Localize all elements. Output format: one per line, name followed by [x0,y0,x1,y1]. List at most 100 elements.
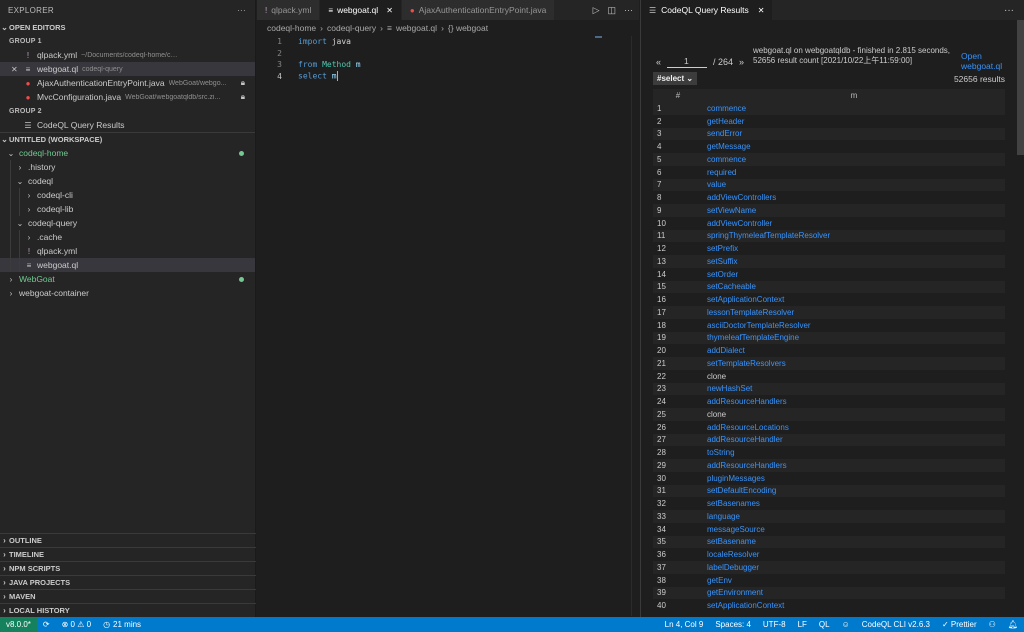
result-link[interactable]: addResourceHandler [707,435,1005,444]
editor-tab[interactable]: ! qlpack.yml [257,0,321,20]
tree-item[interactable]: ⌄ codeql-query [0,216,255,230]
result-link[interactable]: newHashSet [707,384,1005,393]
result-link[interactable]: getHeader [707,117,1005,126]
code-line[interactable]: 1 import java [257,36,639,48]
result-link[interactable]: addDialect [707,346,1005,355]
codeql-version[interactable]: CodeQL CLI v2.6.3 [856,620,936,629]
open-query-link[interactable]: Open webgoat.ql [961,51,1013,71]
breadcrumb-item[interactable]: codeql-home [267,23,316,33]
node-version[interactable]: v8.0.0* [0,617,37,632]
page-input[interactable]: 1 [667,55,708,68]
more-actions-icon[interactable]: ··· [624,5,633,15]
result-link[interactable]: labelDebugger [707,563,1005,572]
code-line[interactable]: 2 [257,48,639,60]
open-editor-item[interactable]: ● AjaxAuthenticationEntryPoint.java WebGoa… [0,76,255,90]
cursor-position[interactable]: Ln 4, Col 9 [659,620,710,629]
more-actions-icon[interactable]: ··· [237,6,246,15]
section-maven[interactable]: › MAVEN [0,589,256,603]
code-area[interactable]: 1 import java 2 3 from Method m 4 select m [257,36,639,82]
result-link[interactable]: value [707,180,1005,189]
tree-item[interactable]: › .cache [0,230,255,244]
more-actions-icon[interactable]: ··· [1004,5,1024,16]
result-link[interactable]: toString [707,448,1005,457]
tree-item[interactable]: ≡ webgoat.ql [0,258,255,272]
code-line[interactable]: 4 select m [257,71,639,83]
editor-tab[interactable]: ≡ webgoat.ql ✕ [320,0,402,20]
bell-icon[interactable]: 🔔︎ [1002,620,1024,629]
time-indicator[interactable]: ◷ 21 mins [97,620,147,629]
column-header-number[interactable]: # [653,91,703,100]
result-link[interactable]: pluginMessages [707,474,1005,483]
column-header-m[interactable]: m [703,91,1005,100]
feedback-icon[interactable]: ☺ [836,620,856,629]
run-icon[interactable]: ▷ [593,5,600,16]
result-link[interactable]: addResourceLocations [707,423,1005,432]
result-link[interactable]: setBasename [707,537,1005,546]
open-editor-item[interactable]: ☰ CodeQL Query Results [0,118,255,132]
result-link[interactable]: addResourceHandlers [707,461,1005,470]
encoding[interactable]: UTF-8 [757,620,792,629]
open-editor-item[interactable]: ● MvcConfiguration.java WebGoat/webgoatqld… [0,90,255,104]
result-link[interactable]: addViewController [707,219,1005,228]
results-scrollbar[interactable] [1017,20,1024,155]
tab-codeql-query-results[interactable]: ☰ CodeQL Query Results ✕ [641,0,773,20]
editor-scrollbar[interactable] [631,36,639,616]
language-mode[interactable]: QL [813,620,836,629]
result-link[interactable]: required [707,168,1005,177]
section-outline[interactable]: › OUTLINE [0,533,256,547]
result-link[interactable]: sendError [707,129,1005,138]
result-link[interactable]: thymeleafTemplateEngine [707,333,1005,342]
tree-item[interactable]: › .history [0,160,255,174]
close-icon[interactable]: ✕ [758,6,765,15]
indentation[interactable]: Spaces: 4 [709,620,757,629]
result-link[interactable]: addViewControllers [707,193,1005,202]
tree-item[interactable]: › codeql-lib [0,202,255,216]
close-icon[interactable]: ✕ [11,65,18,74]
workspace-section[interactable]: ⌄ UNTITLED (WORKSPACE) [0,132,255,146]
result-link[interactable]: setApplicationContext [707,295,1005,304]
minimap[interactable] [595,36,602,38]
tree-item[interactable]: › codeql-cli [0,188,255,202]
section-npm-scripts[interactable]: › NPM SCRIPTS [0,561,256,575]
result-link[interactable]: setTemplateResolvers [707,359,1005,368]
breadcrumb-item[interactable]: webgoat.ql [396,23,437,33]
result-link[interactable]: messageSource [707,525,1005,534]
result-link[interactable]: addResourceHandlers [707,397,1005,406]
result-link[interactable]: getEnv [707,576,1005,585]
result-link[interactable]: commence [707,155,1005,164]
tree-item[interactable]: ! qlpack.yml [0,244,255,258]
result-link[interactable]: setPrefix [707,244,1005,253]
breadcrumb-item[interactable]: {} webgoat [448,23,488,33]
result-link[interactable]: setCacheable [707,282,1005,291]
result-set-select[interactable]: #select ⌄ [653,72,698,85]
editor-tab[interactable]: ● AjaxAuthenticationEntryPoint.java [401,0,556,20]
open-editor-item[interactable]: ✕ ≡ webgoat.ql codeql-query [0,62,255,76]
result-link[interactable]: setBasenames [707,499,1005,508]
result-link[interactable]: commence [707,104,1005,113]
result-link[interactable]: getMessage [707,142,1005,151]
tree-item[interactable]: ⌄ codeql-home [0,146,255,160]
result-link[interactable]: setOrder [707,270,1005,279]
result-link[interactable]: setViewName [707,206,1005,215]
result-link[interactable]: language [707,512,1005,521]
open-editors-section[interactable]: ⌄ OPEN EDITORS [0,20,255,34]
result-link[interactable]: setDefaultEncoding [707,486,1005,495]
result-link[interactable]: setApplicationContext [707,601,1005,610]
section-local-history[interactable]: › LOCAL HISTORY [0,603,256,617]
account-icon[interactable]: ⚇ [983,620,1002,629]
code-line[interactable]: 3 from Method m [257,59,639,71]
result-link[interactable]: lessonTemplateResolver [707,308,1005,317]
result-link[interactable]: setSuffix [707,257,1005,266]
tree-item[interactable]: › WebGoat [0,272,255,286]
split-editor-icon[interactable]: ◫ [607,5,616,16]
sync-icon[interactable]: ⟳ [37,620,56,629]
prettier-status[interactable]: ✓ Prettier [936,620,983,629]
prev-page-button[interactable]: « [656,57,661,67]
tree-item[interactable]: › webgoat-container [0,286,255,300]
result-link[interactable]: asciiDoctorTemplateResolver [707,321,1005,330]
breadcrumb-item[interactable]: codeql-query [327,23,376,33]
next-page-button[interactable]: » [739,57,744,67]
section-timeline[interactable]: › TIMELINE [0,547,256,561]
section-java-projects[interactable]: › JAVA PROJECTS [0,575,256,589]
problems-indicator[interactable]: ⊗ 0 ⚠ 0 [56,620,97,629]
